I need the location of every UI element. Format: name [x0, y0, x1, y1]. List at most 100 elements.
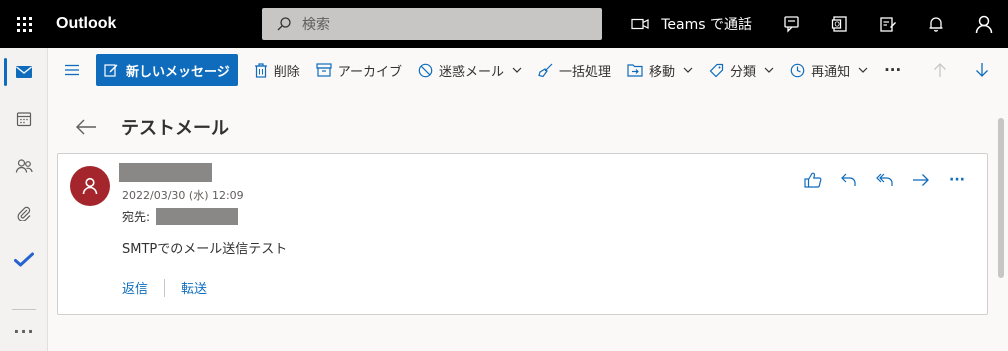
thumbs-up-icon: [804, 172, 822, 188]
search-icon: [277, 17, 291, 31]
archive-label: アーカイブ: [337, 64, 402, 80]
mail-icon: [16, 65, 32, 78]
user-icon: [82, 177, 98, 195]
message-toolbar: ···: [795, 168, 975, 192]
message-subject: テストメール: [121, 118, 229, 139]
more-icon: ···: [884, 61, 902, 79]
arrow-left-icon: [76, 119, 96, 135]
search-box[interactable]: 検索: [262, 8, 602, 40]
move-label: 移動: [649, 64, 676, 80]
chevron-down-icon: [858, 67, 868, 73]
rail-todo[interactable]: [0, 236, 48, 283]
chevron-down-icon: [512, 67, 522, 73]
command-bar: 新しいメッセージ 削除 アーカイブ 迷惑メール 一括処理 移動 分類 再通知 ·…: [48, 48, 1008, 92]
more-actions-button[interactable]: ···: [876, 54, 902, 86]
block-icon: [418, 63, 433, 77]
archive-icon: [316, 63, 332, 77]
trash-icon: [254, 62, 267, 78]
snooze-button[interactable]: 再通知: [782, 54, 876, 86]
todo-check-icon: [14, 252, 34, 266]
search-placeholder: 検索: [302, 17, 330, 33]
rail-calendar[interactable]: [0, 95, 48, 142]
forward-link[interactable]: 転送: [181, 278, 207, 297]
clock-icon: [790, 63, 805, 77]
app-title[interactable]: Outlook: [56, 15, 256, 33]
reading-pane-scrollbar[interactable]: [996, 92, 1008, 351]
notes-icon: [880, 17, 896, 32]
rail-more-apps-button[interactable]: ···: [0, 316, 48, 346]
rail-divider: [12, 309, 36, 310]
next-message-button[interactable]: [966, 54, 998, 86]
broom-icon: [538, 63, 553, 77]
delete-label: 削除: [273, 64, 300, 80]
people-icon: [15, 158, 33, 173]
sweep-label: 一括処理: [559, 64, 612, 80]
recipient-row: 宛先:: [122, 208, 239, 225]
scrollbar-thumb[interactable]: [998, 118, 1004, 278]
junk-label: 迷惑メール: [439, 64, 505, 80]
waffle-icon: [16, 16, 32, 32]
chevron-down-icon: [683, 67, 693, 73]
categorize-label: 分類: [730, 64, 757, 80]
top-bar: Outlook 検索 Teams で通話 O: [0, 0, 1008, 48]
hamburger-icon: [65, 64, 79, 76]
toggle-nav-button[interactable]: [48, 48, 96, 92]
app-rail: ···: [0, 48, 48, 351]
user-icon: [975, 15, 993, 34]
arrow-right-icon: [913, 174, 929, 186]
subject-header: テストメール: [48, 104, 229, 150]
sender-name-redacted[interactable]: [119, 163, 212, 182]
more-icon: ···: [949, 172, 965, 188]
reply-link[interactable]: 返信: [122, 278, 148, 297]
like-button[interactable]: [795, 168, 831, 192]
notifications-button[interactable]: [912, 0, 960, 48]
sweep-button[interactable]: 一括処理: [530, 54, 619, 86]
chat-icon: [784, 16, 799, 33]
junk-button[interactable]: 迷惑メール: [410, 54, 530, 86]
teams-call-button[interactable]: Teams で通話: [631, 14, 752, 34]
office-button[interactable]: O: [816, 0, 864, 48]
sender-avatar[interactable]: [70, 166, 110, 206]
reply-button[interactable]: [831, 168, 867, 192]
message-actions: 返信 転送: [122, 278, 207, 297]
chat-button[interactable]: [768, 0, 816, 48]
tag-icon: [709, 63, 724, 77]
back-button[interactable]: [50, 119, 122, 135]
rail-mail[interactable]: [0, 48, 48, 95]
actions-divider: [164, 278, 166, 297]
reply-icon: [841, 173, 856, 186]
compose-icon: [104, 64, 118, 77]
message-date: 2022/03/30 (水) 12:09: [122, 189, 244, 202]
new-message-button[interactable]: 新しいメッセージ: [96, 54, 238, 86]
delete-button[interactable]: 削除: [246, 54, 308, 86]
archive-button[interactable]: アーカイブ: [308, 54, 410, 86]
message-body: SMTPでのメール送信テスト: [122, 242, 288, 257]
office-icon: O: [831, 16, 847, 32]
snooze-label: 再通知: [811, 64, 851, 80]
teams-call-label: Teams で通話: [661, 17, 752, 33]
move-folder-icon: [627, 64, 643, 77]
recipient-redacted[interactable]: [156, 208, 239, 225]
message-more-button[interactable]: ···: [939, 168, 975, 192]
video-call-icon: [631, 18, 649, 30]
paperclip-icon: [17, 206, 31, 221]
forward-button[interactable]: [903, 168, 939, 192]
message-card: 2022/03/30 (水) 12:09 宛先: SMTPでのメール送信テスト …: [57, 153, 988, 315]
chevron-down-icon: [764, 67, 774, 73]
to-label: 宛先:: [122, 210, 151, 224]
app-launcher-button[interactable]: [0, 0, 48, 48]
svg-text:O: O: [834, 21, 840, 29]
categorize-button[interactable]: 分類: [701, 54, 782, 86]
new-message-label: 新しいメッセージ: [126, 64, 230, 80]
move-button[interactable]: 移動: [619, 54, 701, 86]
arrow-down-icon: [976, 63, 988, 77]
rail-files[interactable]: [0, 189, 48, 236]
reply-all-button[interactable]: [867, 168, 903, 192]
notes-button[interactable]: [864, 0, 912, 48]
rail-people[interactable]: [0, 142, 48, 189]
reply-all-icon: [876, 173, 893, 186]
account-button[interactable]: [960, 0, 1008, 48]
reading-pane: テストメール 2022/03/30 (水) 12:09 宛先: SMTPでのメー…: [48, 92, 996, 351]
previous-message-button[interactable]: [924, 54, 956, 86]
arrow-up-icon: [934, 63, 946, 77]
